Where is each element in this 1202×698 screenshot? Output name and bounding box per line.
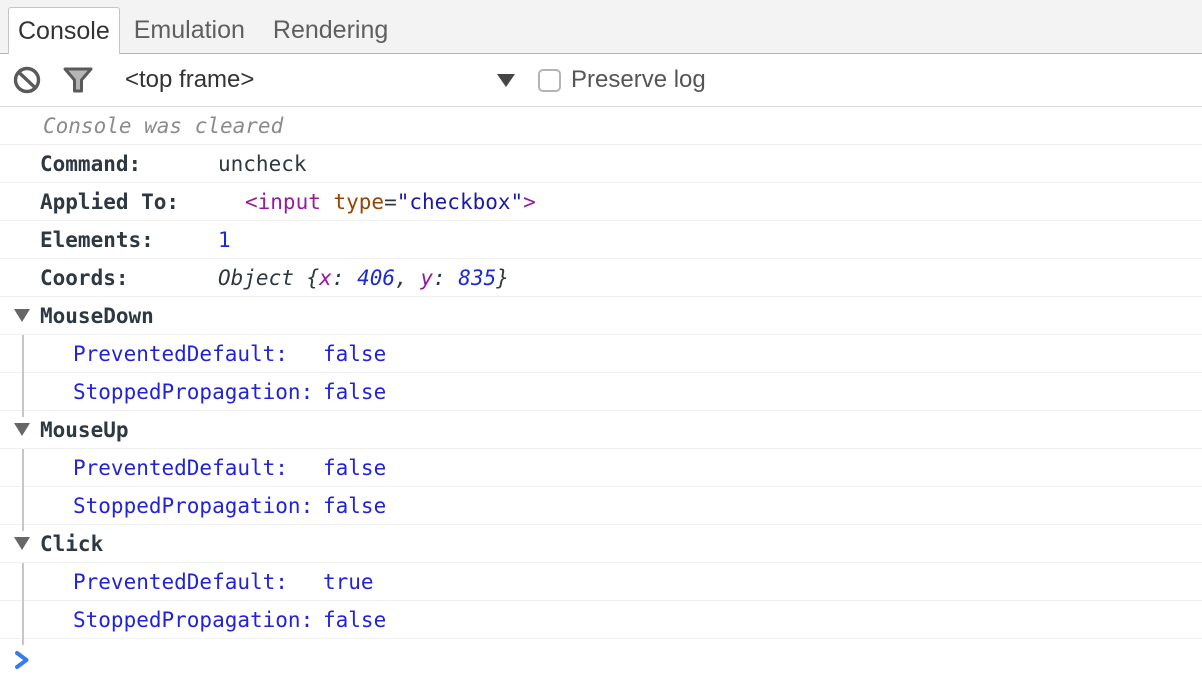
object-preview[interactable]: Object {x: 406, y: 835} xyxy=(218,266,509,290)
applied-to-label: Applied To: xyxy=(40,190,218,214)
event-detail-row: StoppedPropagation: false xyxy=(0,373,1202,411)
tab-console[interactable]: Console xyxy=(8,7,120,54)
tab-emulation[interactable]: Emulation xyxy=(120,7,259,54)
triangle-down-icon[interactable] xyxy=(14,423,30,436)
prop-y-key: y xyxy=(420,266,433,290)
tag-close: > xyxy=(523,190,536,214)
event-detail-label: PreventedDefault: xyxy=(73,570,323,594)
event-detail-label: PreventedDefault: xyxy=(73,342,323,366)
preserve-log-checkbox[interactable] xyxy=(538,69,561,92)
cleared-text: Console was cleared xyxy=(43,114,283,138)
group-title: MouseDown xyxy=(40,304,154,328)
group-toggle-mousedown[interactable]: MouseDown xyxy=(0,297,1202,335)
console-prompt[interactable] xyxy=(0,639,1202,696)
chevron-down-icon xyxy=(497,74,515,87)
group-body-click: PreventedDefault: true StoppedPropagatio… xyxy=(0,563,1202,639)
group-body-mouseup: PreventedDefault: false StoppedPropagati… xyxy=(0,449,1202,525)
event-detail-row: PreventedDefault: false xyxy=(0,449,1202,487)
event-detail-value: false xyxy=(323,380,386,404)
elements-row: Elements: 1 xyxy=(0,221,1202,259)
elements-label: Elements: xyxy=(40,228,218,252)
tab-rendering[interactable]: Rendering xyxy=(259,7,402,54)
frame-selector-value: <top frame> xyxy=(125,66,254,94)
filter-icon[interactable] xyxy=(62,66,94,94)
triangle-down-icon[interactable] xyxy=(14,537,30,550)
group-body-mousedown: PreventedDefault: false StoppedPropagati… xyxy=(0,335,1202,411)
brace-close: } xyxy=(496,266,509,290)
event-detail-value: false xyxy=(323,494,386,518)
event-detail-value: false xyxy=(323,342,386,366)
command-value: uncheck xyxy=(218,152,307,176)
coords-label: Coords: xyxy=(40,266,218,290)
elements-value: 1 xyxy=(218,228,231,252)
group-title: MouseUp xyxy=(40,418,129,442)
applied-to-row: Applied To: <input type="checkbox"> xyxy=(0,183,1202,221)
console-cleared-message: Console was cleared xyxy=(0,107,1202,145)
prop-x-key: x xyxy=(319,266,332,290)
event-detail-row: StoppedPropagation: false xyxy=(0,601,1202,639)
event-detail-value: false xyxy=(323,456,386,480)
event-detail-label: StoppedPropagation: xyxy=(73,608,323,632)
console-toolbar: <top frame> Preserve log xyxy=(0,54,1202,107)
element-preview[interactable]: <input type="checkbox"> xyxy=(245,190,536,214)
event-detail-value: false xyxy=(323,608,386,632)
event-detail-label: StoppedPropagation: xyxy=(73,380,323,404)
frame-selector-dropdown[interactable]: <top frame> xyxy=(125,66,515,94)
event-detail-label: PreventedDefault: xyxy=(73,456,323,480)
command-label: Command: xyxy=(40,152,218,176)
event-detail-row: PreventedDefault: false xyxy=(0,335,1202,373)
event-detail-row: PreventedDefault: true xyxy=(0,563,1202,601)
clear-console-icon[interactable] xyxy=(13,66,41,94)
brace-open: { xyxy=(294,266,319,290)
object-name: Object xyxy=(218,266,294,290)
prop-x-value: 406 xyxy=(357,266,395,290)
event-detail-row: StoppedPropagation: false xyxy=(0,487,1202,525)
coords-row: Coords: Object {x: 406, y: 835} xyxy=(0,259,1202,297)
colon: : xyxy=(433,266,458,290)
event-detail-value: true xyxy=(323,570,374,594)
preserve-log-label[interactable]: Preserve log xyxy=(571,66,706,94)
prop-y-value: 835 xyxy=(458,266,496,290)
console-output: Console was cleared Command: uncheck App… xyxy=(0,107,1202,696)
attr-value: "checkbox" xyxy=(397,190,523,214)
chevron-right-icon xyxy=(13,652,31,676)
triangle-down-icon[interactable] xyxy=(14,309,30,322)
colon: : xyxy=(332,266,357,290)
comma: , xyxy=(395,266,420,290)
command-row: Command: uncheck xyxy=(0,145,1202,183)
attr-name: type xyxy=(321,190,384,214)
group-toggle-click[interactable]: Click xyxy=(0,525,1202,563)
devtools-console-panel: Console Emulation Rendering <top frame> … xyxy=(0,0,1202,696)
event-detail-label: StoppedPropagation: xyxy=(73,494,323,518)
group-title: Click xyxy=(40,532,103,556)
tab-bar: Console Emulation Rendering xyxy=(0,0,1202,54)
equals-sign: = xyxy=(384,190,397,214)
group-toggle-mouseup[interactable]: MouseUp xyxy=(0,411,1202,449)
tag-open: <input xyxy=(245,190,321,214)
